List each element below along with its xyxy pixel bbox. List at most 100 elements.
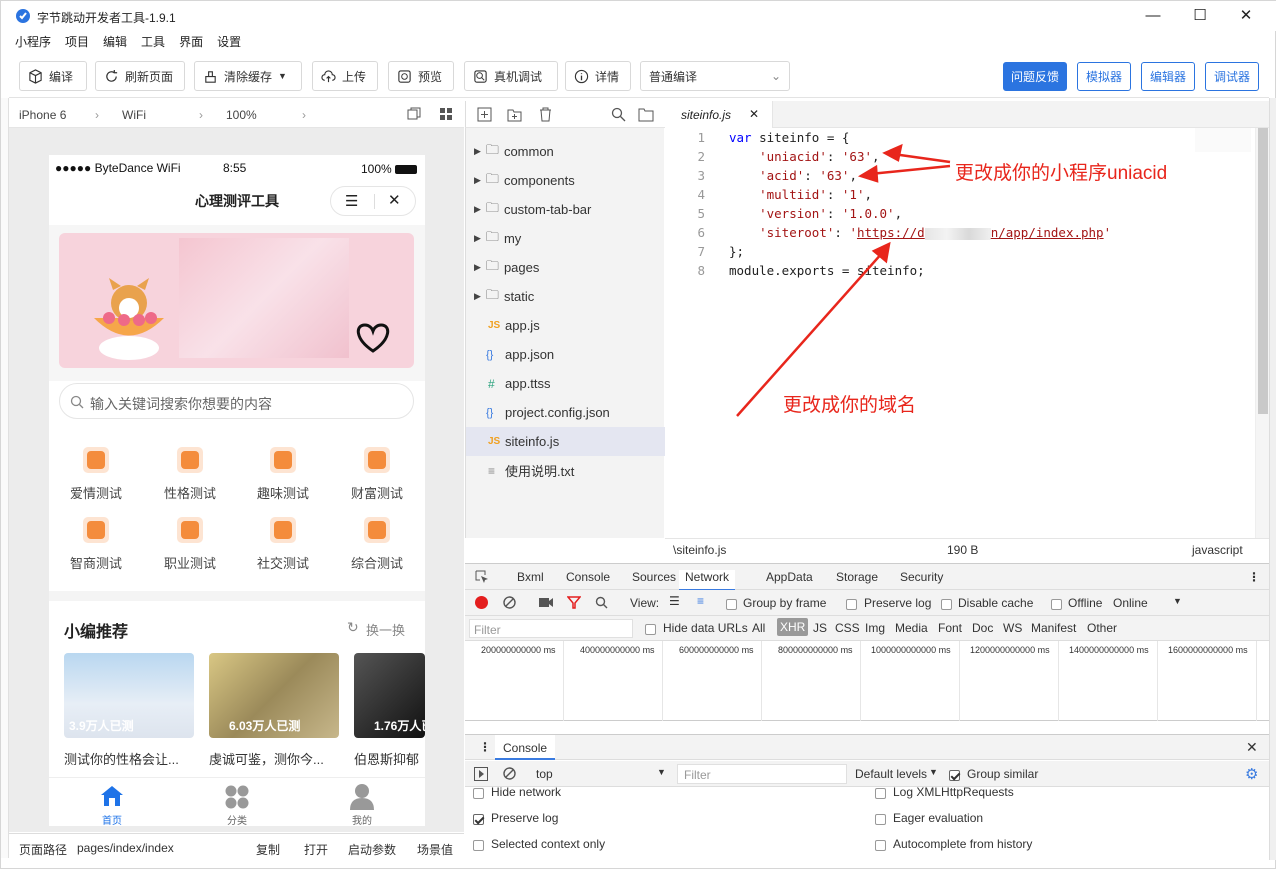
recommend-card[interactable]: 6.03万人已测 (209, 653, 339, 738)
home-icon[interactable] (99, 784, 125, 808)
remote-debug-button[interactable]: 真机调试 (464, 61, 558, 91)
filter-type[interactable]: WS (1003, 621, 1022, 635)
filter-type[interactable]: All (752, 621, 765, 635)
category-label[interactable]: 综合测试 (337, 553, 417, 572)
love-test-icon[interactable] (83, 447, 109, 473)
debugger-toggle[interactable]: 调试器 (1205, 62, 1259, 91)
list-view-icon[interactable]: ☰ (669, 594, 680, 608)
open-path-button[interactable]: 打开 (304, 841, 328, 858)
file-item[interactable]: JS app.js (466, 311, 665, 340)
log-xhr-checkbox[interactable] (875, 786, 886, 800)
clear-console-icon[interactable] (503, 767, 516, 780)
folder-item[interactable]: ▶ 🗀 my (466, 224, 665, 253)
window-scrollbar[interactable] (1269, 98, 1276, 860)
change-batch-button[interactable]: 换一换 (366, 620, 405, 639)
zoom-select[interactable]: 100% (226, 108, 257, 122)
close-drawer-icon[interactable]: ✕ (1246, 739, 1258, 756)
camera-icon[interactable] (539, 597, 553, 608)
code-editor[interactable]: 1 2 3 4 5 6 7 8 var siteinfo = { 'uniaci… (665, 128, 1269, 538)
search-icon[interactable] (611, 107, 626, 122)
editor-toggle[interactable]: 编辑器 (1141, 62, 1195, 91)
category-label[interactable]: 财富测试 (337, 483, 417, 502)
autocomplete-checkbox[interactable] (875, 838, 886, 852)
scene-button[interactable]: 场景值 (417, 841, 453, 858)
throttling-select[interactable]: Online (1113, 596, 1148, 610)
folder-item[interactable]: ▶ 🗀 common (466, 137, 665, 166)
drawer-menu-icon[interactable]: ⋮ (479, 740, 491, 754)
card-title[interactable]: 伯恩斯抑郁 (354, 749, 425, 768)
category-label[interactable]: 趣味测试 (243, 483, 323, 502)
record-icon[interactable] (475, 596, 488, 609)
tab-home[interactable]: 首页 (87, 812, 137, 826)
category-label[interactable]: 爱情测试 (56, 483, 136, 502)
filter-type[interactable]: Media (895, 621, 928, 635)
file-item-selected[interactable]: JS siteinfo.js (466, 427, 665, 456)
new-file-icon[interactable] (477, 107, 492, 122)
file-item[interactable]: ≡ 使用说明.txt (466, 456, 665, 485)
devtools-tab[interactable]: Storage (836, 570, 878, 584)
devtools-tab[interactable]: Console (566, 570, 610, 584)
category-label[interactable]: 社交测试 (243, 553, 323, 572)
refresh-button[interactable]: 刷新页面 (95, 61, 185, 91)
close-window-button[interactable]: ✕ (1223, 1, 1269, 31)
clear-icon[interactable] (503, 596, 516, 609)
maximize-button[interactable]: ☐ (1177, 1, 1223, 31)
iq-test-icon[interactable] (83, 517, 109, 543)
folder-item[interactable]: ▶ 🗀 pages (466, 253, 665, 282)
file-item[interactable]: # app.ttss (466, 369, 665, 398)
network-select[interactable]: WiFi (122, 108, 146, 122)
group-similar-checkbox[interactable] (949, 768, 960, 782)
preview-button[interactable]: 预览 (388, 61, 454, 91)
console-tab[interactable]: Console (495, 735, 556, 760)
recommend-card[interactable]: 1.76万人已 (354, 653, 425, 738)
selected-context-checkbox[interactable] (473, 838, 484, 852)
caret-down-icon[interactable]: ▼ (1173, 596, 1182, 606)
category-icon[interactable] (224, 784, 250, 810)
menu-edit[interactable]: 编辑 (103, 31, 127, 53)
filter-type[interactable]: CSS (835, 621, 860, 635)
file-item[interactable]: {} app.json (466, 340, 665, 369)
filter-icon[interactable] (567, 596, 581, 609)
offline-checkbox[interactable] (1051, 597, 1062, 611)
editor-tab-siteinfo[interactable]: siteinfo.js ✕ (665, 101, 773, 129)
card-title[interactable]: 虔诚可鉴，测你今... (209, 749, 339, 768)
banner-image[interactable] (59, 233, 414, 368)
filter-type[interactable]: Doc (972, 621, 993, 635)
filter-type-active[interactable]: XHR (777, 618, 809, 636)
folder-item[interactable]: ▶ 🗀 static (466, 282, 665, 311)
log-levels-select[interactable]: Default levels (855, 767, 927, 781)
trash-icon[interactable] (538, 107, 553, 122)
sidebar-toggle-icon[interactable] (474, 767, 488, 781)
feedback-button[interactable]: 问题反馈 (1003, 62, 1067, 91)
copy-path-button[interactable]: 复制 (256, 841, 280, 858)
filter-type[interactable]: Font (938, 621, 962, 635)
folder-item[interactable]: ▶ 🗀 components (466, 166, 665, 195)
preserve-log-checkbox[interactable] (846, 597, 857, 611)
refresh-small-icon[interactable]: ↻ (347, 619, 359, 636)
tab-profile[interactable]: 我的 (337, 812, 387, 826)
recommend-card[interactable]: 3.9万人已测 (64, 653, 194, 738)
menu-project[interactable]: 项目 (65, 31, 89, 53)
eager-eval-checkbox[interactable] (875, 812, 886, 826)
upload-button[interactable]: 上传 (312, 61, 378, 91)
compile-button[interactable]: 编译 (19, 61, 87, 91)
tab-category[interactable]: 分类 (212, 812, 262, 826)
devtools-tab[interactable]: Security (900, 570, 943, 584)
details-button[interactable]: 详情 (565, 61, 631, 91)
window-icon[interactable] (407, 107, 421, 121)
folder-item[interactable]: ▶ 🗀 custom-tab-bar (466, 195, 665, 224)
devtools-tab-active[interactable]: Network (679, 570, 736, 591)
network-filter-input[interactable]: Filter (469, 619, 633, 638)
file-item[interactable]: {} project.config.json (466, 398, 665, 427)
filter-type[interactable]: JS (813, 621, 827, 635)
filter-type[interactable]: Other (1087, 621, 1117, 635)
context-select[interactable]: top (536, 767, 553, 781)
search-icon[interactable] (595, 596, 608, 609)
category-label[interactable]: 性格测试 (150, 483, 230, 502)
wealth-test-icon[interactable] (364, 447, 390, 473)
group-by-frame-checkbox[interactable] (726, 597, 737, 611)
caret-down-icon[interactable]: ▼ (657, 767, 666, 777)
devtools-tab[interactable]: Bxml (517, 570, 544, 584)
close-mini-icon[interactable]: ✕ (388, 191, 401, 209)
more-vert-icon[interactable]: ⋮ (1248, 570, 1260, 584)
